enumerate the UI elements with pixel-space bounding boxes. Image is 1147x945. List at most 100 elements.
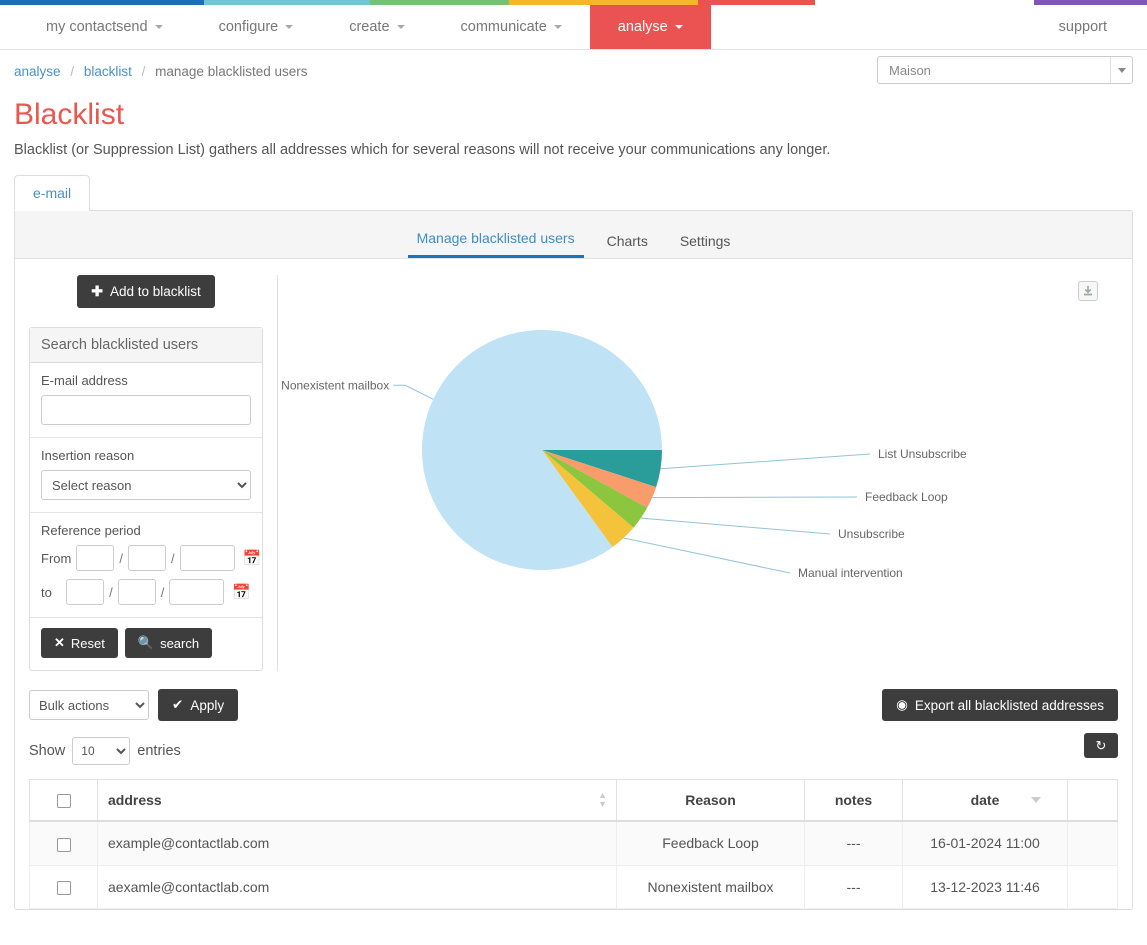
nav-label: my contactsend (46, 19, 148, 35)
sort-updown-icon[interactable]: ▲ ▼ (598, 791, 607, 809)
search-blacklisted-users-panel: Search blacklisted users E-mail address … (29, 327, 263, 671)
from-year-input[interactable] (179, 545, 235, 571)
download-circle-icon: ◉ (896, 697, 908, 712)
reference-period-label: Reference period (41, 523, 141, 538)
date-to-label: to (41, 584, 52, 600)
blacklist-reason-pie-chart: List Unsubscribe Feedback Loop Unsubscribe… (278, 275, 1132, 645)
header-date-label: date (970, 792, 1000, 809)
header-reason[interactable]: Reason (616, 779, 805, 823)
chevron-down-icon (396, 25, 405, 29)
to-year-input[interactable] (169, 579, 225, 605)
bulk-actions-select[interactable]: Bulk actions (29, 690, 149, 720)
reset-button[interactable]: ✕ Reset (41, 628, 118, 658)
page-header: Blacklist Blacklist (or Suppression List… (0, 98, 1147, 158)
nav-item-my-contactsend[interactable]: my contactsend (18, 5, 191, 49)
page-subtitle: Blacklist (or Suppression List) gathers … (14, 142, 831, 158)
from-month-input[interactable] (127, 545, 166, 571)
pie-leader-line (652, 496, 858, 499)
breadcrumb-link-analyse[interactable]: analyse (14, 64, 61, 79)
tab-charts[interactable]: Charts (598, 227, 657, 258)
cell-address: aexamle@contactlab.com (97, 864, 617, 909)
nav-item-support[interactable]: support (1031, 5, 1147, 49)
header-select-all (29, 779, 98, 823)
breadcrumb-link-blacklist[interactable]: blacklist (84, 64, 132, 79)
calendar-icon[interactable]: 📅 (243, 551, 262, 566)
date-slash: / (160, 584, 165, 600)
apply-button[interactable]: ✔ Apply (158, 689, 239, 721)
select-all-checkbox[interactable] (56, 794, 71, 809)
reset-label: Reset (70, 635, 105, 651)
add-to-blacklist-button[interactable]: ✚ Add to blacklist (77, 275, 215, 308)
pie-label: Nonexistent mailbox (281, 378, 389, 392)
chevron-down-icon (674, 25, 683, 29)
tab-manage-blacklisted-users[interactable]: Manage blacklisted users (407, 224, 584, 258)
account-select[interactable]: Maison (877, 56, 1133, 84)
search-label: search (160, 635, 200, 651)
table-row[interactable]: aexamle@contactlab.com Nonexistent mailb… (29, 864, 1118, 909)
nav-label: configure (218, 19, 279, 35)
nav-item-analyse[interactable]: analyse (589, 5, 711, 49)
outer-tab-bar: e-mail (0, 174, 1147, 211)
cell-address: example@contactlab.com (97, 820, 617, 866)
table-body: example@contactlab.com Feedback Loop ---… (29, 820, 1118, 909)
date-from-label: From (41, 550, 72, 566)
chevron-down-icon[interactable] (1110, 57, 1132, 83)
refresh-button[interactable]: ↻ (1084, 733, 1118, 758)
page-title: Blacklist (14, 98, 125, 131)
check-icon: ✔ (172, 697, 184, 712)
table-row[interactable]: example@contactlab.com Feedback Loop ---… (29, 820, 1118, 866)
cell-notes: --- (804, 864, 903, 909)
header-date[interactable]: date (902, 779, 1068, 823)
cell-date: 13-12-2023 11:46 (902, 864, 1068, 909)
row-checkbox[interactable] (56, 880, 71, 895)
insertion-reason-select[interactable]: Select reason (41, 470, 251, 500)
header-actions (1067, 779, 1118, 823)
tab-settings[interactable]: Settings (671, 227, 740, 258)
pie-leader-line (623, 537, 791, 574)
reference-period-group: Reference period From / / 📅 to / / 📅 (30, 513, 262, 618)
header-notes[interactable]: notes (804, 779, 903, 823)
search-icon: 🔍 (137, 635, 155, 650)
nav-label: support (1058, 19, 1107, 35)
chart-column: List Unsubscribe Feedback Loop Unsubscribe… (278, 275, 1132, 671)
cell-actions (1067, 820, 1118, 866)
from-day-input[interactable] (76, 545, 115, 571)
sort-down-icon[interactable] (1031, 797, 1041, 804)
show-entries-suffix: entries (137, 743, 181, 759)
date-from-row: From / / 📅 (41, 545, 261, 571)
main-navigation: my contactsend configure create communic… (0, 5, 1147, 50)
account-select-value: Maison (889, 62, 931, 78)
to-month-input[interactable] (117, 579, 156, 605)
email-address-input[interactable] (41, 395, 251, 425)
breadcrumb: analyse / blacklist / manage blacklisted… (14, 64, 308, 79)
row-checkbox[interactable] (56, 837, 71, 852)
nav-item-communicate[interactable]: communicate (433, 5, 590, 49)
blacklist-panel: Manage blacklisted users Charts Settings… (14, 210, 1133, 910)
pie-label: Unsubscribe (838, 527, 905, 541)
to-day-input[interactable] (66, 579, 105, 605)
export-label: Export all blacklisted addresses (914, 697, 1104, 713)
chevron-down-icon (553, 25, 562, 29)
date-slash: / (170, 550, 175, 566)
nav-item-create[interactable]: create (321, 5, 432, 49)
email-field-group: E-mail address (30, 363, 262, 438)
pie-leader-line (660, 453, 871, 470)
nav-item-configure[interactable]: configure (191, 5, 322, 49)
tab-email[interactable]: e-mail (14, 175, 91, 211)
table-header-row: address ▲ ▼ Reason notes date (29, 779, 1118, 823)
date-slash: / (119, 550, 123, 566)
calendar-icon[interactable]: 📅 (232, 585, 251, 600)
cell-notes: --- (804, 820, 903, 866)
entries-per-page-select[interactable]: 10 (72, 737, 131, 765)
nav-label: analyse (617, 19, 668, 35)
header-address[interactable]: address ▲ ▼ (97, 779, 617, 823)
table-head: address ▲ ▼ Reason notes date (29, 779, 1118, 823)
refresh-icon: ↻ (1095, 737, 1107, 753)
email-field-label: E-mail address (41, 373, 128, 388)
search-button[interactable]: 🔍 search (124, 628, 213, 658)
show-entries-bar: Show 10 entries ↻ (15, 733, 1132, 765)
chevron-down-icon (154, 25, 163, 29)
pie-leader-line (640, 517, 831, 535)
export-all-button[interactable]: ◉ Export all blacklisted addresses (882, 689, 1118, 721)
